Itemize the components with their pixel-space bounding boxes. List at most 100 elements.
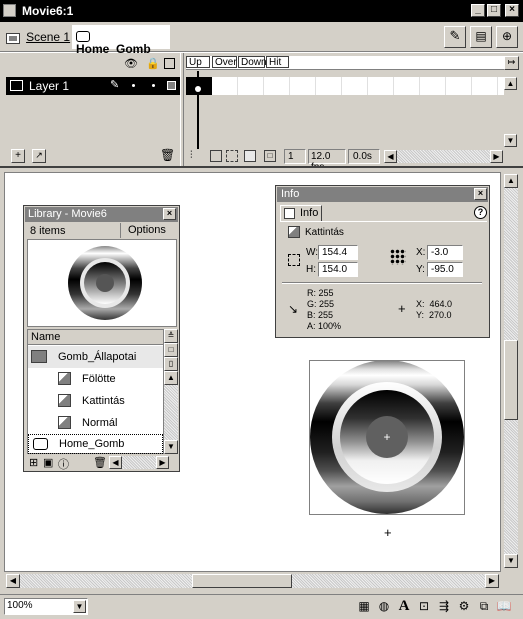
frame-cells[interactable] [212,77,504,95]
edit-multiple-icon[interactable] [244,150,256,162]
scene-bar: Scene 1 Home_Gomb ✎ ▤ ⊕ [0,22,523,56]
onion-markers-icon[interactable]: □ [264,150,276,162]
zoom-select[interactable]: 100% ▼ [4,598,88,615]
library-item-graphic[interactable]: Normál [28,412,163,434]
library-scroll-down[interactable]: ▼ [164,440,178,454]
info-close-button[interactable]: × [474,188,487,200]
layer-row[interactable]: Layer 1 ✎ [6,77,180,95]
library-toolbar: ⊞ ▣ ⓘ 🗑 ◀ ▶ [27,456,178,472]
onion-outline-icon[interactable] [226,150,238,162]
lock-icon[interactable]: 🔒 [146,57,160,70]
zoom-control-button[interactable]: ⊕ [496,26,518,48]
stage-button-symbol[interactable]: + [310,360,464,514]
height-field[interactable]: 154.0 [318,262,358,277]
stage-vscroll[interactable]: ▲ ▼ [503,172,519,572]
add-guide-layer-button[interactable]: ↗ [32,149,46,163]
symbol-breadcrumb: Home_Gomb [72,25,170,56]
library-item-graphic[interactable]: Fölötte [28,368,163,390]
delete-icon[interactable]: 🗑 [93,456,107,469]
library-narrow-view-button[interactable]: ▯ [164,357,178,371]
timeline-scroll-down[interactable]: ▼ [504,134,517,147]
library-vscroll-track[interactable] [164,385,178,440]
library-item-folder[interactable]: Gomb_Állapotai [28,346,163,368]
width-field[interactable]: 154.4 [318,245,358,260]
help-icon[interactable]: ? [474,206,487,219]
character-launcher-icon[interactable]: A [395,598,413,614]
chevron-down-icon[interactable]: ▼ [73,600,86,613]
library-sort-button[interactable]: ≙ [164,329,178,343]
frame-tab-up[interactable]: Up [186,56,210,68]
back-to-scene-link[interactable]: Scene 1 [6,30,70,44]
library-item-graphic[interactable]: Kattintás [28,390,163,412]
y-label: Y: [416,264,425,275]
stage-scroll-left[interactable]: ◀ [6,574,20,588]
x-field[interactable]: -3.0 [427,245,463,260]
maximize-button[interactable]: □ [487,4,501,17]
frame-view-menu[interactable]: ↦ [504,56,519,70]
library-item-button[interactable]: Home_Gomb [28,434,163,454]
library-scroll-up[interactable]: ▲ [164,371,178,385]
library-scroll-right[interactable]: ▶ [156,456,169,469]
instance-launcher-icon[interactable]: ⊡ [415,598,433,614]
layer-visible-dot[interactable] [132,84,135,87]
playhead[interactable] [197,71,199,149]
timeline-hscroll-track[interactable] [397,150,490,163]
new-folder-icon[interactable]: ▣ [43,456,53,469]
reference-launcher-icon[interactable]: 📖 [495,598,513,614]
library-titlebar[interactable]: Library - Movie6 × [25,207,178,222]
trash-icon[interactable]: 🗑 [160,148,175,162]
edit-scene-button[interactable]: ✎ [444,26,466,48]
stage-scroll-down[interactable]: ▼ [504,554,518,568]
stage-scroll-right[interactable]: ▶ [485,574,499,588]
onion-skin-icon[interactable] [210,150,222,162]
status-bar: 100% ▼ ▦ ◍ A ⊡ ⇶ ⚙ ⧉ 📖 [0,594,523,619]
y-field[interactable]: -95.0 [427,262,463,277]
stage-vscroll-thumb[interactable] [504,340,518,420]
frame-tab-down[interactable]: Down [238,56,267,68]
add-layer-button[interactable]: + [11,149,25,163]
library-close-button[interactable]: × [163,208,176,220]
library-launcher-icon[interactable]: ⧉ [475,598,493,614]
timeline-vscroll[interactable]: ▲ ▼ [504,77,519,147]
library-column-name[interactable]: Name [28,330,163,345]
info-body: Kattintás W: 154.4 H: 154.0 X: -3.0 Y: -… [280,221,487,335]
library-vscroll[interactable]: ≙ □ ▯ ▲ ▼ [164,329,178,454]
center-frame-icon[interactable]: ⫶ [190,150,193,161]
timeline-scroll-left[interactable]: ◀ [384,150,397,163]
library-hscroll-track[interactable] [122,456,156,469]
stage-scroll-up[interactable]: ▲ [504,174,518,188]
cursor-y-value: Y: 270.0 [416,310,452,320]
library-item-label: Kattintás [82,395,125,407]
layer-outline-square[interactable] [167,81,176,90]
frame-tab-over[interactable]: Over [212,56,237,68]
timeline-scroll-up[interactable]: ▲ [504,77,517,90]
info-tab[interactable]: Info [280,205,322,221]
outline-icon[interactable] [164,58,175,69]
new-symbol-icon[interactable]: ⊞ [29,456,38,469]
info-tab-icon [284,208,295,219]
eye-icon[interactable]: 👁 [124,57,138,70]
layer-divider[interactable] [180,53,184,166]
timeline-status: ⫶ □ 1 12.0 fps 0.0s ◀ ▶ [186,148,504,173]
info-launcher-icon[interactable]: ▦ [355,598,373,614]
info-titlebar[interactable]: Info × [277,187,488,202]
registration-grid-icon[interactable] [390,249,406,265]
actions-launcher-icon[interactable]: ⇶ [435,598,453,614]
layer-toolbar: + ↗ 🗑 [6,148,180,166]
movie-explorer-launcher-icon[interactable]: ⚙ [455,598,473,614]
frame-tab-hit[interactable]: Hit [266,56,289,68]
edit-symbols-button[interactable]: ▤ [470,26,492,48]
close-button[interactable]: × [505,4,519,17]
properties-icon[interactable]: ⓘ [58,456,69,472]
info-title: Info [281,188,300,200]
stage-hscroll-thumb[interactable] [192,574,292,588]
minimize-button[interactable]: _ [471,4,485,17]
library-scroll-left[interactable]: ◀ [109,456,122,469]
pencil-icon: ✎ [110,79,120,91]
stage-hscroll[interactable]: ◀ ▶ [4,573,501,589]
layer-lock-dot[interactable] [152,84,155,87]
library-options-menu[interactable]: Options [120,223,176,238]
library-wide-view-button[interactable]: □ [164,343,178,357]
color-launcher-icon[interactable]: ◍ [375,598,393,614]
timeline-scroll-right[interactable]: ▶ [490,150,503,163]
